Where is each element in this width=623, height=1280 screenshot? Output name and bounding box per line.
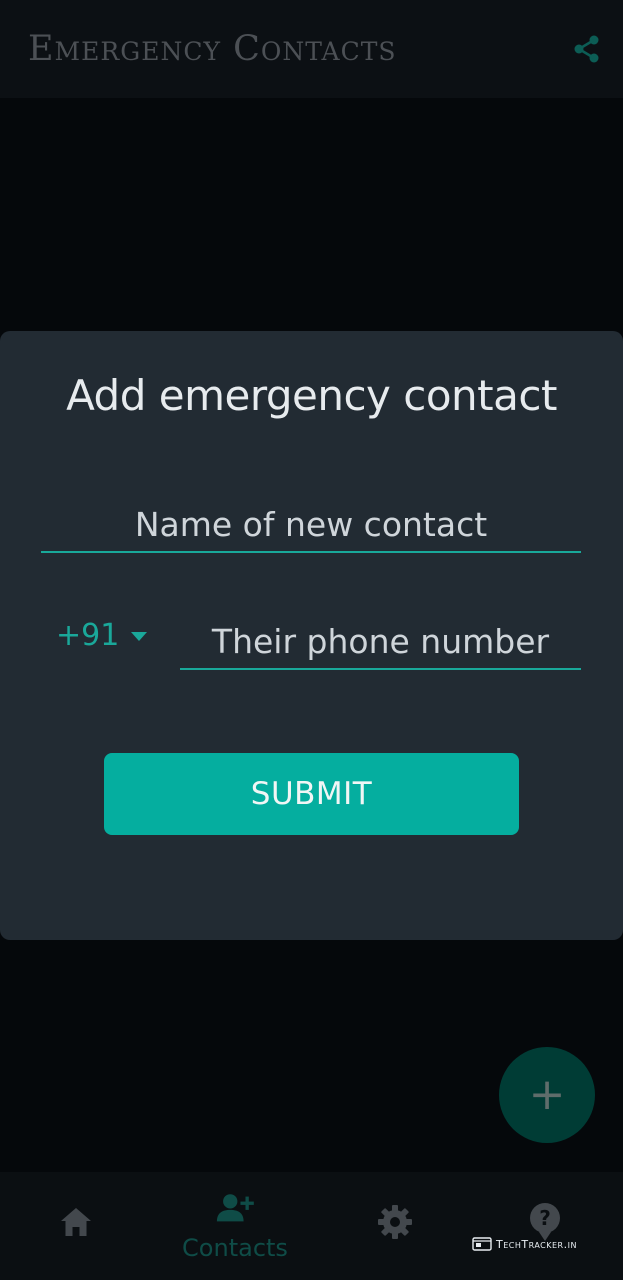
- svg-text:?: ?: [539, 1206, 551, 1230]
- contact-name-placeholder: Name of new contact: [134, 504, 488, 544]
- submit-button[interactable]: SUBMIT: [104, 753, 519, 835]
- nav-item-contacts[interactable]: Contacts: [170, 1172, 300, 1280]
- help-icon: ?: [525, 1202, 565, 1242]
- phone-number-placeholder: Their phone number: [211, 622, 550, 661]
- home-icon: [56, 1202, 96, 1242]
- add-person-icon: [215, 1188, 255, 1228]
- country-code-value: +91: [56, 617, 120, 653]
- gear-icon: [375, 1202, 415, 1242]
- share-icon[interactable]: [573, 35, 601, 63]
- app-title: Emergency Contacts: [28, 29, 397, 69]
- watermark: TechTracker.in: [472, 1237, 577, 1251]
- browser-icon: [472, 1237, 492, 1251]
- watermark-text: TechTracker.in: [496, 1237, 577, 1251]
- plus-icon: +: [528, 1069, 566, 1120]
- add-contact-fab[interactable]: +: [499, 1047, 595, 1143]
- add-contact-dialog: Add emergency contact Name of new contac…: [0, 331, 623, 940]
- chevron-down-icon: [131, 631, 148, 641]
- phone-number-field[interactable]: Their phone number: [180, 615, 581, 670]
- dialog-title: Add emergency contact: [66, 371, 557, 420]
- nav-item-settings[interactable]: [355, 1172, 435, 1280]
- app-bar: Emergency Contacts: [0, 0, 623, 98]
- contact-name-field[interactable]: Name of new contact: [41, 497, 581, 553]
- bottom-navigation: Contacts ?: [0, 1172, 623, 1280]
- nav-label-contacts: Contacts: [182, 1234, 288, 1262]
- country-code-select[interactable]: +91: [56, 613, 148, 657]
- nav-item-help[interactable]: ?: [505, 1172, 585, 1280]
- app-screen: Emergency Contacts Add emergency contact…: [0, 0, 623, 1280]
- nav-item-home[interactable]: [36, 1172, 116, 1280]
